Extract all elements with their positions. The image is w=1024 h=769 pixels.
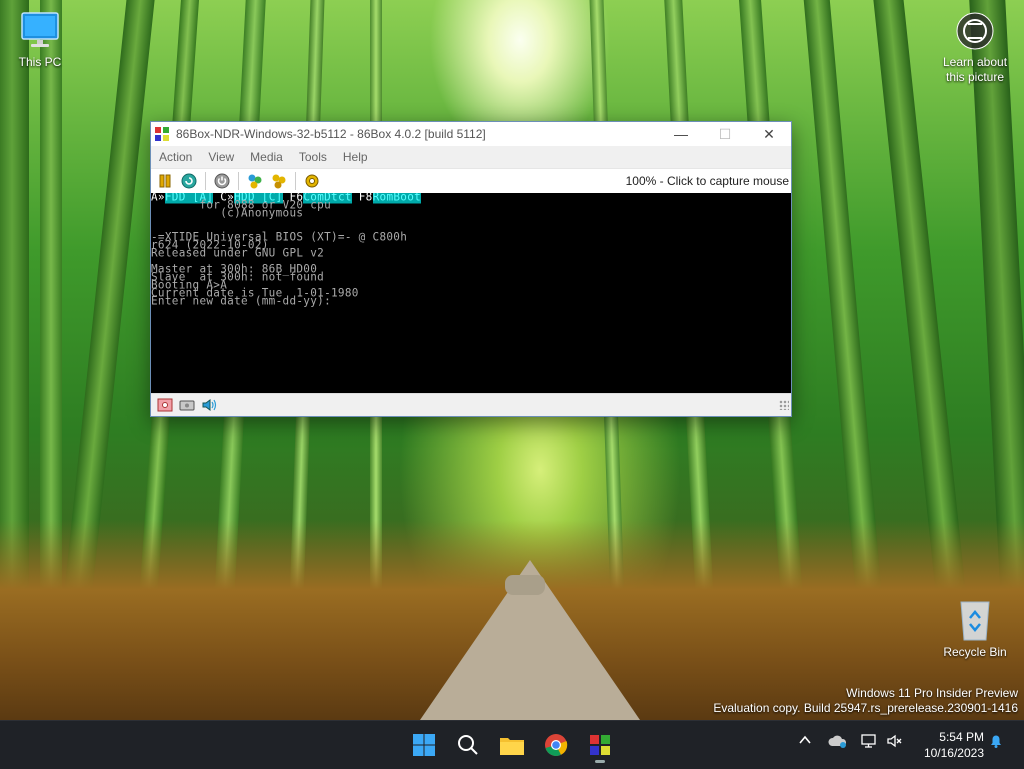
- menu-tools[interactable]: Tools: [291, 150, 335, 164]
- taskbar-clock[interactable]: 5:54 PM 10/16/2023: [924, 729, 984, 761]
- monitor-icon: [21, 12, 59, 47]
- bamboo-stalk: [872, 0, 968, 610]
- desktop-icon-recycle-bin[interactable]: Recycle Bin: [940, 596, 1010, 659]
- floppy-drive-icon: [157, 398, 173, 412]
- bell-icon: [991, 735, 1001, 748]
- notifications-button[interactable]: [988, 733, 1004, 752]
- ctrl-alt-del-button[interactable]: [245, 171, 265, 191]
- toolbar-separator: [295, 172, 296, 190]
- running-indicator: [595, 760, 605, 763]
- spotlight-camera-icon: [956, 12, 994, 50]
- sound-status[interactable]: [201, 398, 217, 412]
- onedrive-tray[interactable]: [828, 733, 848, 752]
- reset-icon: [181, 173, 197, 189]
- bamboo-stalk: [0, 0, 29, 610]
- cloud-icon: [828, 735, 847, 748]
- search-button[interactable]: [452, 729, 484, 761]
- file-explorer-icon: [500, 738, 524, 755]
- reset-button[interactable]: [179, 171, 199, 191]
- clock-time: 5:54 PM: [939, 730, 984, 744]
- power-icon: [214, 173, 230, 189]
- menu-media[interactable]: Media: [242, 150, 291, 164]
- desktop-icon-this-pc[interactable]: This PC: [14, 10, 66, 69]
- 86box-window[interactable]: 86Box-NDR-Windows-32-b5112 - 86Box 4.0.2…: [150, 121, 792, 417]
- power-button[interactable]: [212, 171, 232, 191]
- pause-icon: [159, 174, 171, 188]
- clock-date: 10/16/2023: [923, 746, 984, 760]
- search-icon: [458, 735, 478, 755]
- chrome-button[interactable]: [540, 729, 572, 761]
- ctrl-alt-esc-button[interactable]: [269, 171, 289, 191]
- toolbar: 100% - Click to capture mouse: [151, 168, 791, 193]
- sound-icon: [202, 399, 217, 411]
- floppy-drive-status[interactable]: [157, 398, 173, 412]
- chrome-icon: [545, 734, 568, 756]
- windows-start-icon: [413, 734, 435, 756]
- evaluation-watermark-line-2: Evaluation copy. Build 25947.rs_prerelea…: [713, 701, 1018, 715]
- 86box-icon: [590, 735, 610, 755]
- bamboo-stalk: [803, 0, 883, 610]
- screen-line: Released under GNU GPL v2: [151, 245, 325, 260]
- hard-disk-icon: [179, 400, 195, 411]
- bamboo-stalk: [62, 0, 156, 610]
- settings-icon: [305, 174, 319, 188]
- menu-action[interactable]: Action: [151, 150, 200, 164]
- settings-button[interactable]: [302, 171, 322, 191]
- window-titlebar[interactable]: 86Box-NDR-Windows-32-b5112 - 86Box 4.0.2…: [151, 122, 791, 146]
- people-on-path: [505, 575, 545, 595]
- menu-view[interactable]: View: [200, 150, 242, 164]
- ctrl-alt-del-icon: [248, 174, 262, 189]
- show-hidden-icons-button[interactable]: [798, 733, 812, 750]
- start-button[interactable]: [408, 729, 440, 761]
- toolbar-separator: [205, 172, 206, 190]
- menu-bar: Action View Media Tools Help: [151, 146, 791, 168]
- close-button[interactable]: ✕: [747, 122, 791, 146]
- toolbar-separator: [238, 172, 239, 190]
- volume-muted-icon: [887, 734, 902, 748]
- volume-tray[interactable]: [886, 733, 904, 752]
- evaluation-watermark-line-1: Windows 11 Pro Insider Preview: [846, 686, 1018, 700]
- menu-help[interactable]: Help: [335, 150, 376, 164]
- window-title: 86Box-NDR-Windows-32-b5112 - 86Box 4.0.2…: [176, 127, 486, 141]
- desktop-icon-label: Learn about this picture: [942, 55, 1008, 84]
- status-bar: [151, 393, 791, 416]
- maximize-button[interactable]: ☐: [703, 122, 747, 146]
- ctrl-alt-esc-icon: [272, 174, 286, 189]
- capture-mouse-status[interactable]: 100% - Click to capture mouse: [626, 174, 791, 188]
- taskbar: 5:54 PM 10/16/2023: [0, 720, 1024, 769]
- desktop-icon-learn-about-picture[interactable]: Learn about this picture: [938, 10, 1012, 85]
- hard-disk-status[interactable]: [179, 398, 195, 412]
- screen-line: Enter new date (mm-dd-yy):: [151, 293, 331, 308]
- desktop-icon-label: Recycle Bin: [943, 645, 1007, 659]
- network-icon: [861, 734, 876, 748]
- screen-text: F8: [351, 193, 373, 204]
- bamboo-stalk: [40, 0, 62, 610]
- recycle-bin-icon: [960, 601, 990, 641]
- chevron-up-icon: [799, 735, 811, 744]
- network-tray[interactable]: [860, 733, 878, 752]
- screen-highlight: RomBoot: [372, 193, 422, 204]
- desktop-icon-label: This PC: [18, 55, 62, 69]
- emulator-screen[interactable]: A»FDD [A] C»HDD [C] F6ComDtct F8RomBoot …: [151, 193, 791, 393]
- resize-grip[interactable]: [779, 400, 789, 410]
- pause-button[interactable]: [155, 171, 175, 191]
- 86box-taskbar-button[interactable]: [584, 729, 616, 763]
- screen-line: (c)Anonymous: [151, 205, 304, 220]
- file-explorer-button[interactable]: [496, 729, 528, 761]
- 86box-app-icon: [155, 127, 169, 141]
- bamboo-stalk: [968, 0, 1024, 611]
- minimize-button[interactable]: —: [659, 122, 703, 146]
